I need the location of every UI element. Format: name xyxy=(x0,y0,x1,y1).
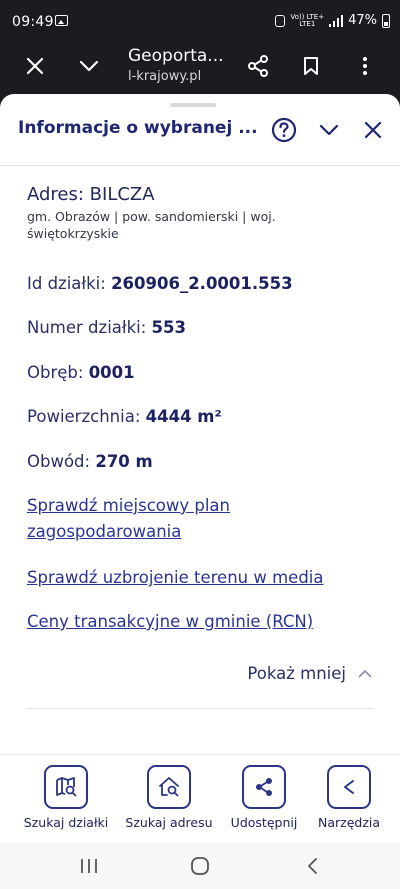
drag-handle[interactable] xyxy=(170,103,216,107)
tool-label: Udostępnij xyxy=(230,815,298,830)
sheet-title: Informacje o wybranej ... xyxy=(18,118,258,138)
battery-percent: 47% xyxy=(348,13,377,28)
area-field: Powierzchnia: 4444 m² xyxy=(27,407,222,426)
status-indicators: Vo)) LTE+ LTE1 47% xyxy=(275,13,390,28)
browser-title: Geoporta... xyxy=(128,46,224,66)
close-icon[interactable] xyxy=(13,44,57,88)
battery-icon xyxy=(382,13,390,28)
tool-label: Szukaj adresu xyxy=(125,815,213,830)
home-icon[interactable] xyxy=(180,850,220,882)
address-title: Adres: BILCZA xyxy=(27,184,155,205)
tool-label: Szukaj działki xyxy=(23,815,109,830)
divider xyxy=(27,708,373,709)
precinct-field: Obręb: 0001 xyxy=(27,363,135,382)
info-sheet: Informacje o wybranej ... Adres: BILCZA … xyxy=(0,94,400,754)
help-icon[interactable] xyxy=(267,113,301,147)
browser-toolbar: Geoporta... l-krajowy.pl xyxy=(0,44,400,96)
tools-button[interactable]: Narzędzia xyxy=(309,765,389,830)
search-address-button[interactable]: Szukaj adresu xyxy=(119,765,219,830)
recents-icon[interactable] xyxy=(69,850,109,882)
collapse-chevron-icon[interactable] xyxy=(312,113,346,147)
sheet-header: Informacje o wybranej ... xyxy=(0,108,400,166)
system-nav-bar xyxy=(0,842,400,889)
signal-icon xyxy=(329,14,344,27)
bottom-toolbar: Szukaj działki Szukaj adresu Udostępnij … xyxy=(0,754,400,842)
bookmark-icon[interactable] xyxy=(289,44,333,88)
map-search-icon xyxy=(44,765,88,809)
show-less-button[interactable]: Pokaż mniej xyxy=(247,664,372,683)
parcel-number-field: Numer działki: 553 xyxy=(27,318,186,337)
home-search-icon xyxy=(147,765,191,809)
perimeter-field: Obwód: 270 m xyxy=(27,452,153,471)
back-arrow-icon xyxy=(327,765,371,809)
status-bar: 09:49 Vo)) LTE+ LTE1 47% xyxy=(0,0,400,44)
network-type: Vo)) LTE+ LTE1 xyxy=(290,12,325,28)
more-icon[interactable] xyxy=(343,44,387,88)
share-button[interactable]: Udostępnij xyxy=(224,765,304,830)
back-icon[interactable] xyxy=(292,850,332,882)
chevron-down-icon[interactable] xyxy=(67,44,111,88)
image-notification-icon xyxy=(55,15,68,26)
search-parcel-button[interactable]: Szukaj działki xyxy=(16,765,116,830)
zoning-plan-link[interactable]: Sprawdź miejscowy plan zagospodarowania xyxy=(27,493,230,545)
close-sheet-icon[interactable] xyxy=(356,113,390,147)
chevron-up-icon xyxy=(358,670,372,678)
status-time: 09:49 xyxy=(12,14,54,30)
rcn-prices-link[interactable]: Ceny transakcyjne w gminie (RCN) xyxy=(27,609,313,635)
utilities-link[interactable]: Sprawdź uzbrojenie terenu w media xyxy=(27,565,323,591)
browser-url: l-krajowy.pl xyxy=(128,69,202,84)
share-icon[interactable] xyxy=(236,44,280,88)
parcel-id-field: Id działki: 260906_2.0001.553 xyxy=(27,274,293,293)
address-subtitle: gm. Obrazów | pow. sandomierski | woj. ś… xyxy=(27,209,276,241)
tool-label: Narzędzia xyxy=(317,815,381,830)
share-icon xyxy=(242,765,286,809)
alarm-icon xyxy=(275,14,286,27)
